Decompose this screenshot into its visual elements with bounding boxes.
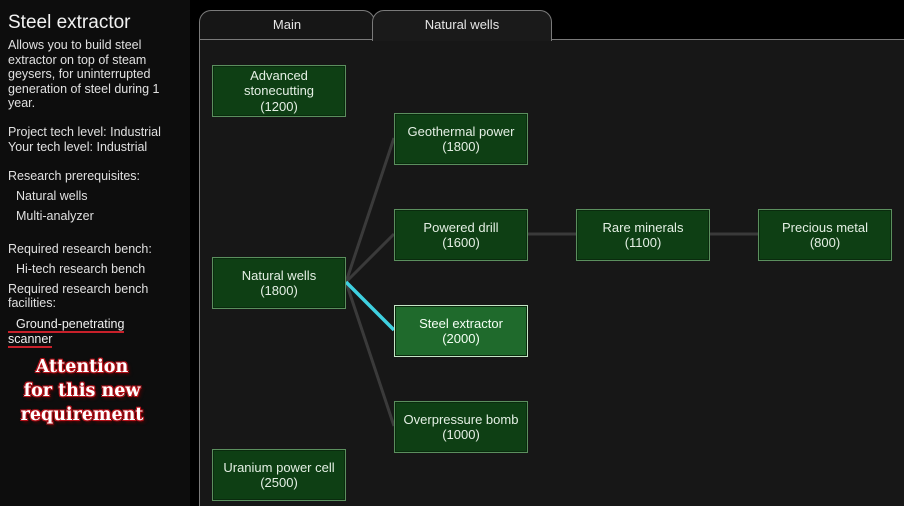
tab-main[interactable]: Main — [199, 10, 375, 40]
prerequisite-item: Multi-analyzer — [16, 209, 94, 223]
node-label: Precious metal — [782, 219, 868, 235]
project-tech-level: Project tech level: Industrial — [8, 125, 161, 139]
node-cost: (2000) — [442, 331, 480, 346]
bench-heading: Required research bench: — [8, 242, 152, 256]
node-cost: (1200) — [260, 98, 298, 114]
node-label: Rare minerals — [602, 219, 684, 235]
node-label: Natural wells — [241, 267, 317, 283]
research-title: Steel extractor — [8, 12, 131, 33]
research-info-panel: Steel extractor Allows you to build stee… — [0, 0, 190, 506]
your-tech-level: Your tech level: Industrial — [8, 140, 148, 154]
node-steel-extractor[interactable]: Steel extractor (2000) — [394, 305, 528, 357]
node-label: Advanced stonecutting — [243, 67, 315, 99]
node-cost: (800) — [809, 235, 841, 250]
node-advanced-stonecutting[interactable]: Advanced stonecutting (1200) — [212, 65, 346, 117]
node-geothermal-power[interactable]: Geothermal power (1800) — [394, 113, 528, 165]
tab-natural-wells[interactable]: Natural wells — [372, 10, 552, 41]
node-label: Overpressure bomb — [403, 411, 519, 427]
node-cost: (2500) — [260, 475, 298, 490]
prerequisite-item: Natural wells — [16, 189, 88, 203]
bench-item: Hi-tech research bench — [16, 262, 146, 276]
facility-line: Ground-penetrating — [8, 317, 125, 333]
facility-line: scanner — [8, 331, 53, 348]
node-label: Geothermal power — [407, 123, 515, 139]
node-cost: (1800) — [260, 283, 298, 298]
annotation-line: Attention — [35, 357, 129, 377]
node-label: Powered drill — [423, 219, 499, 235]
node-cost: (1100) — [624, 235, 662, 250]
facilities-heading: Required research bench — [8, 282, 149, 296]
node-precious-metal[interactable]: Precious metal (800) — [758, 209, 892, 261]
facilities-heading-cont: facilities: — [8, 296, 56, 310]
node-label: Steel extractor — [419, 315, 503, 331]
attention-annotation: Attention for this new requirement — [2, 355, 162, 427]
prerequisites-heading: Research prerequisites: — [8, 169, 141, 183]
node-rare-minerals[interactable]: Rare minerals (1100) — [576, 209, 710, 261]
required-facility: Ground-penetrating scanner — [8, 317, 168, 348]
annotation-line: requirement — [20, 405, 144, 425]
node-powered-drill[interactable]: Powered drill (1600) — [394, 209, 528, 261]
node-uranium-power-cell[interactable]: Uranium power cell (2500) — [212, 449, 346, 501]
node-cost: (1800) — [442, 139, 480, 154]
node-cost: (1600) — [442, 235, 480, 250]
node-label: Uranium power cell — [223, 459, 335, 475]
node-cost: (1000) — [442, 427, 480, 442]
research-description: Allows you to build steel extractor on t… — [8, 38, 160, 111]
annotation-line: for this new — [23, 381, 141, 401]
node-overpressure-bomb[interactable]: Overpressure bomb (1000) — [394, 401, 528, 453]
node-natural-wells[interactable]: Natural wells (1800) — [212, 257, 346, 309]
